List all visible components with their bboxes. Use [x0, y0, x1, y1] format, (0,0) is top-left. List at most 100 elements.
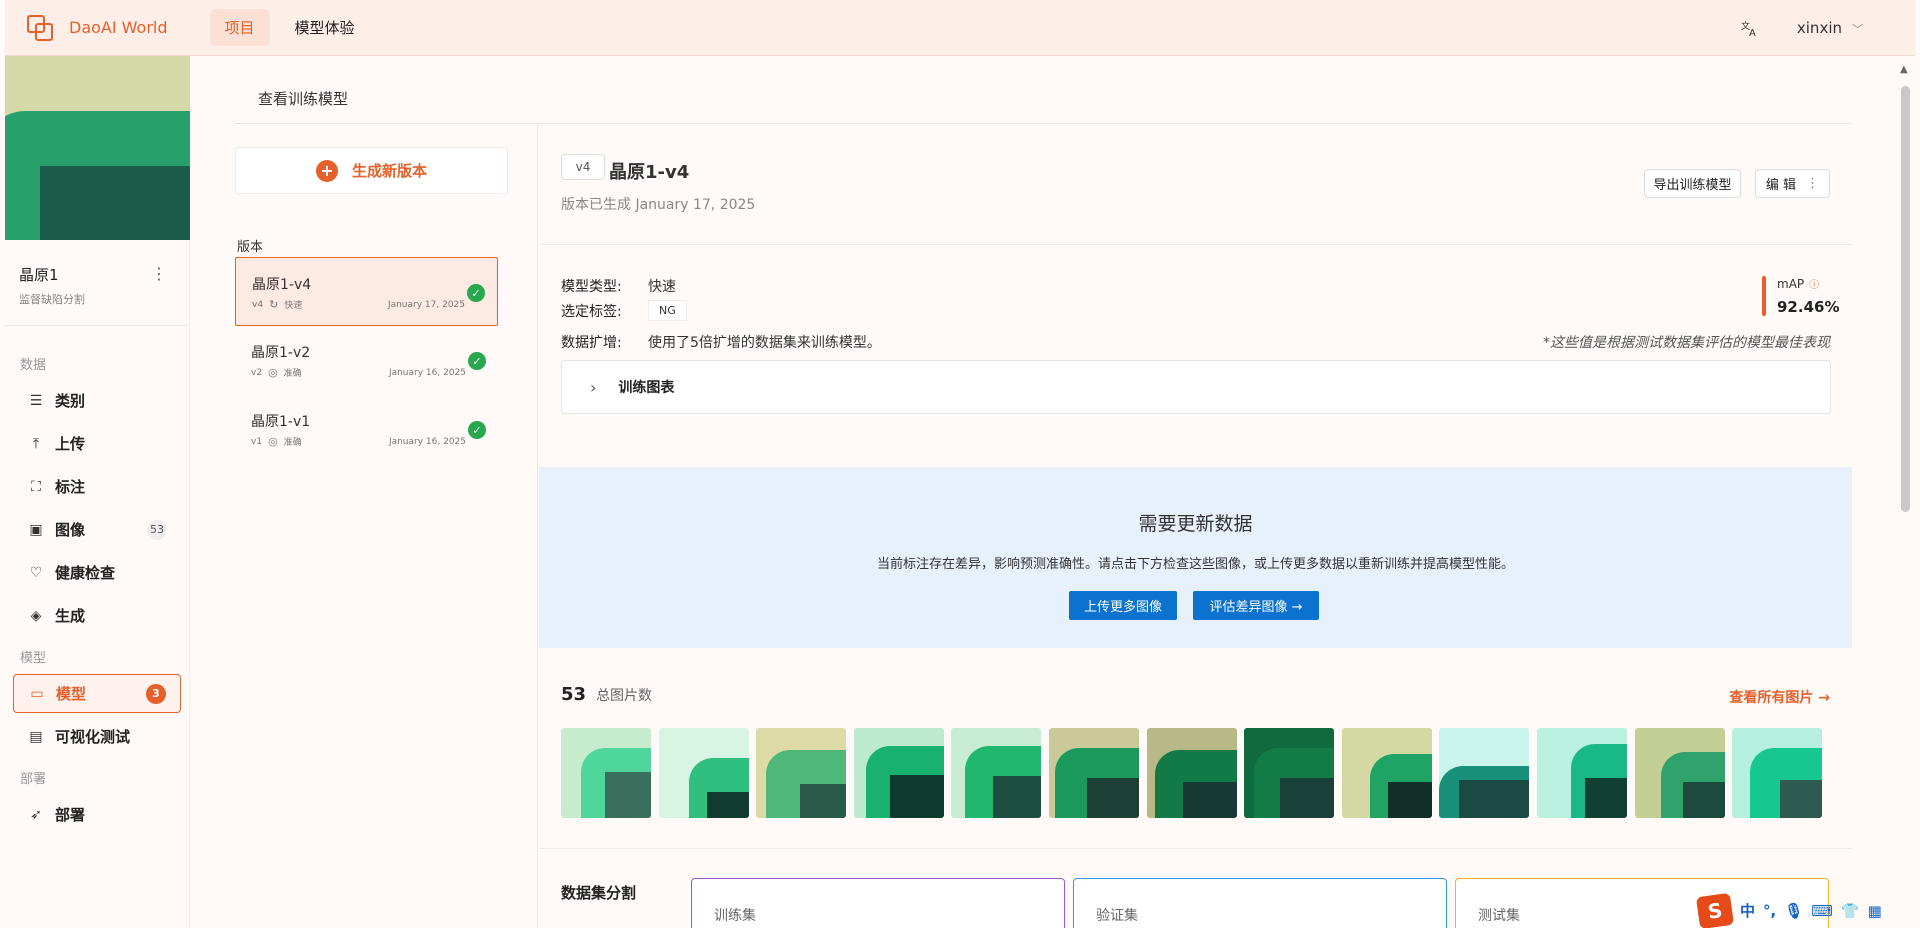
image-count-value: 53 [561, 684, 587, 705]
sidebar-item-images[interactable]: ▣ 图像 53 [13, 510, 181, 549]
upload-icon: ⤒ [32, 435, 40, 452]
upload-more-images-button[interactable]: 上传更多图像 [1069, 591, 1177, 620]
validation-set-card[interactable]: 验证集 [1073, 878, 1447, 928]
version-mode: 快速 [284, 301, 303, 311]
check-icon: ✓ [468, 352, 486, 370]
sidebar-item-classes[interactable]: ☰ 类别 [13, 381, 181, 420]
punctuation-icon[interactable]: °, [1763, 902, 1776, 920]
augmentation-key: 数据扩增: [561, 335, 622, 351]
version-mode: 准确 [283, 438, 302, 448]
sidebar-section-model: 模型 [20, 651, 47, 666]
image-thumbnail[interactable] [1634, 728, 1725, 818]
version-subtitle: 版本已生成 January 17, 2025 [561, 197, 756, 213]
versions-panel: + 生成新版本 版本 晶原1-v4 v4 ↻ 快速 January 17, 2025 ✓… [235, 124, 538, 928]
edit-button[interactable]: 编 辑 ⋮ [1755, 169, 1830, 198]
training-chart-toggle[interactable]: › 训练图表 [561, 360, 1831, 414]
sidebar-item-annotate[interactable]: ⛶ 标注 [13, 467, 181, 506]
grid-icon[interactable]: ▦ [1868, 902, 1882, 920]
sidebar-item-models[interactable]: ▭ 模型 3 [13, 674, 181, 713]
image-icon: ▣ [29, 521, 43, 538]
sidebar-item-visual-test[interactable]: ▤ 可视化测试 [13, 717, 181, 756]
rocket-icon: ➶ [30, 806, 42, 823]
folder-icon: ▭ [30, 685, 44, 702]
image-thumbnail[interactable] [1341, 728, 1432, 818]
image-thumbnail[interactable] [1244, 728, 1335, 818]
svg-text:A: A [1749, 28, 1756, 37]
version-mode: 准确 [283, 369, 302, 379]
help-icon[interactable]: ⓘ [1809, 280, 1819, 291]
user-menu[interactable]: xinxin ﹀ [1797, 19, 1863, 37]
keyboard-icon[interactable]: ⌨ [1811, 902, 1833, 920]
map-label: mAP [1777, 277, 1805, 291]
microphone-icon[interactable]: 🎙 [1784, 902, 1803, 920]
versions-label: 版本 [237, 240, 264, 255]
version-tag: v2 [251, 367, 263, 378]
image-thumbnail[interactable] [561, 728, 651, 818]
image-thumbnail[interactable] [951, 728, 1042, 818]
app-name: DaoAI World [69, 18, 168, 37]
image-thumbnail[interactable] [1732, 728, 1823, 818]
sidebar-item-health-check[interactable]: ♡ 健康检查 [13, 553, 181, 592]
image-thumbnails [561, 728, 1830, 818]
ime-logo-icon[interactable]: S [1695, 892, 1735, 928]
selected-label-key: 选定标签: [561, 303, 622, 320]
version-card[interactable]: 晶原1-v4 v4 ↻ 快速 January 17, 2025 ✓ [235, 257, 498, 326]
image-thumbnail[interactable] [1439, 728, 1530, 818]
more-vertical-icon[interactable]: ⋮ [151, 264, 167, 283]
export-model-button[interactable]: 导出训练模型 [1644, 169, 1741, 198]
version-title: 晶原1-v4 [609, 162, 690, 183]
scrollbar-thumb[interactable] [1901, 86, 1910, 512]
count-badge: 53 [147, 519, 167, 540]
scrollbar[interactable]: ▲ [1898, 60, 1912, 928]
sidebar-item-generate[interactable]: ◈ 生成 [13, 596, 181, 635]
map-indicator [1762, 276, 1766, 316]
alert-text: 当前标注存在差异，影响预测准确性。请点击下方检查这些图像，或上传更多数据以重新训… [876, 557, 1514, 572]
page-title: 查看训练模型 [258, 90, 349, 108]
validation-set-label: 验证集 [1096, 908, 1138, 924]
generate-version-label: 生成新版本 [351, 162, 427, 180]
image-thumbnail[interactable] [1146, 728, 1237, 818]
list-icon: ☰ [29, 392, 43, 409]
version-date: January 17, 2025 [387, 299, 465, 310]
augmentation-row: 数据扩增: 使用了5倍扩增的数据集来训练模型。 [561, 332, 881, 352]
app-logo[interactable]: DaoAI World [27, 14, 168, 41]
metric-note: *这些值是根据测试数据集评估的模型最佳表现 [1543, 335, 1830, 351]
check-icon: ✓ [468, 421, 486, 439]
sidebar-item-label: 类别 [55, 392, 86, 410]
selected-label-row: 选定标签: NG [561, 300, 687, 321]
image-count: 53 总图片数 [561, 684, 652, 705]
train-set-card[interactable]: 训练集 [691, 878, 1065, 928]
scroll-up-icon[interactable]: ▲ [1900, 64, 1908, 75]
sidebar-section-data: 数据 [20, 358, 47, 373]
model-type-key: 模型类型: [561, 279, 622, 295]
project-info: 晶原1 监督缺陷分割 ⋮ [5, 240, 189, 326]
nav-item-projects[interactable]: 项目 [209, 9, 270, 46]
augmentation-value: 使用了5倍扩增的数据集来训练模型。 [648, 335, 881, 351]
skin-icon[interactable]: 👕 [1841, 902, 1860, 920]
evaluate-images-button[interactable]: 评估差异图像 → [1193, 591, 1319, 620]
edit-label: 编 辑 [1765, 178, 1797, 193]
count-badge: 3 [146, 683, 166, 704]
version-card[interactable]: 晶原1-v1 v1 ◎ 准确 January 16, 2025 ✓ [235, 395, 498, 464]
translate-icon[interactable]: 文A [1741, 19, 1759, 39]
version-card[interactable]: 晶原1-v2 v2 ◎ 准确 January 16, 2025 ✓ [235, 326, 498, 395]
ime-language-indicator[interactable]: 中 [1740, 900, 1755, 921]
nav-item-model-experience[interactable]: 模型体验 [280, 9, 370, 46]
main-nav: 项目 模型体验 [209, 9, 380, 46]
divider [539, 244, 1852, 245]
project-type: 监督缺陷分割 [19, 293, 85, 306]
sidebar-item-label: 部署 [55, 806, 86, 824]
image-thumbnail[interactable] [756, 728, 847, 818]
project-thumbnail [5, 56, 190, 240]
view-all-images-link[interactable]: 查看所有图片 → [1729, 687, 1830, 707]
sidebar-item-upload[interactable]: ⤒ 上传 [13, 424, 181, 463]
image-thumbnail[interactable] [658, 728, 749, 818]
image-thumbnail[interactable] [853, 728, 944, 818]
target-icon: ◎ [268, 366, 278, 379]
version-detail: v4 晶原1-v4 版本已生成 January 17, 2025 导出训练模型 … [539, 124, 1852, 928]
generate-version-button[interactable]: + 生成新版本 [235, 147, 508, 194]
sidebar-item-deploy[interactable]: ➶ 部署 [13, 795, 181, 834]
dataset-split-label: 数据集分割 [561, 884, 637, 902]
image-thumbnail[interactable] [1536, 728, 1627, 818]
image-thumbnail[interactable] [1048, 728, 1139, 818]
